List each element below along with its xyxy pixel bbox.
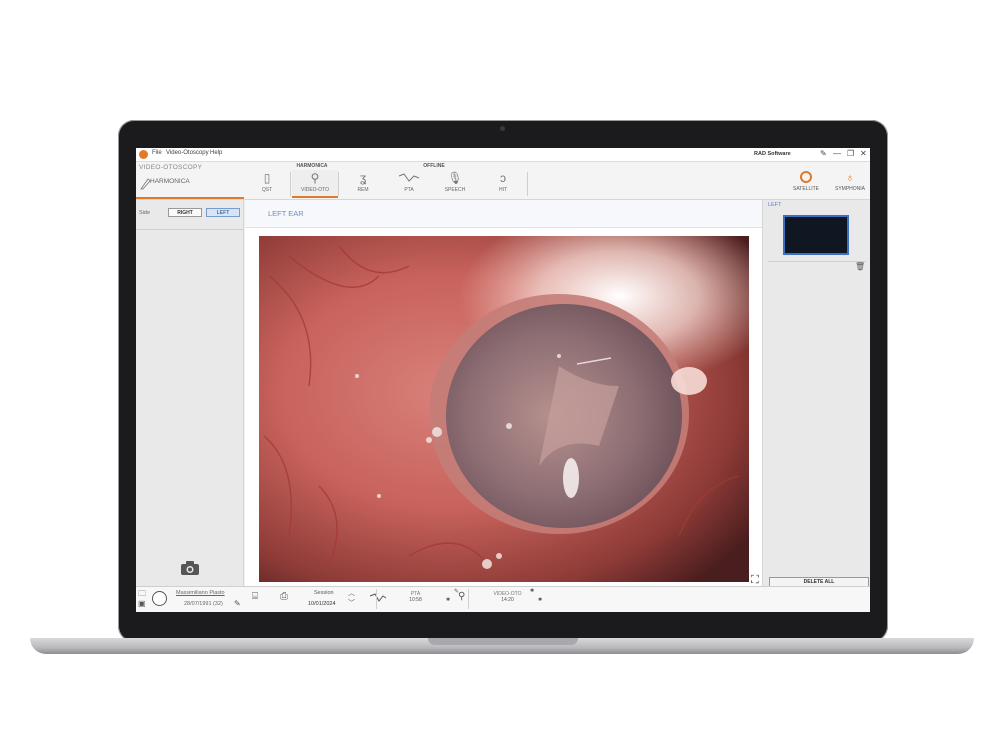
side-right-button[interactable]: RIGHT: [168, 208, 202, 217]
patient-dob: 28/07/1991 (32): [184, 601, 223, 607]
tool-video-oto[interactable]: ⚲ VIDEO-OTO: [292, 170, 338, 198]
close-tab-icon[interactable]: ✱: [538, 597, 542, 603]
left-panel: Side RIGHT LEFT: [136, 200, 244, 590]
tool-video-oto-label: VIDEO-OTO: [301, 187, 329, 193]
otoscope-icon: ⚲: [310, 171, 320, 185]
microphone-icon: 🎙: [447, 171, 463, 185]
otoscopy-viewer: LEFT EAR ⛶: [245, 200, 762, 590]
bottom-bar: 🗀 ▣ Massimiliano Piasto 28/07/1991 (32) …: [136, 586, 870, 612]
device-icon[interactable]: ⌸: [252, 591, 258, 602]
qst-icon: ▯: [263, 171, 271, 185]
close-tab-icon[interactable]: ✱: [530, 588, 534, 594]
module-accent-line: [136, 197, 244, 199]
tool-pta-label: PTA: [404, 187, 414, 193]
satellite-button[interactable]: SATELLITE: [786, 171, 826, 199]
app-logo-icon[interactable]: [139, 150, 148, 159]
group-label-offline: OFFLINE: [423, 163, 445, 169]
module-header: VIDEO-OTOSCOPY HARMONICA HARMONICA OFFLI…: [136, 162, 870, 200]
save-icon[interactable]: ▣: [138, 599, 146, 608]
edit-patient-icon[interactable]: ✎: [234, 599, 241, 608]
image-thumbnail[interactable]: [783, 215, 849, 255]
module-subtitle: HARMONICA: [150, 178, 190, 185]
ear-icon: ʓ: [359, 171, 367, 185]
laptop-camera: [500, 126, 505, 131]
tool-rem[interactable]: ʓ REM: [340, 170, 386, 198]
module-title: VIDEO-OTOSCOPY: [139, 164, 203, 171]
otoscope-image: [259, 236, 749, 582]
side-left-button[interactable]: LEFT: [206, 208, 240, 217]
patient-name[interactable]: Massimiliano Piasto: [176, 590, 225, 596]
ear-header: LEFT EAR: [245, 200, 762, 228]
tool-pta[interactable]: PTA: [386, 170, 432, 198]
right-panel: LEFT 🗑 DELETE ALL: [762, 200, 870, 590]
session-date: 10/01/2024: [308, 601, 336, 607]
satellite-label: SATELLITE: [792, 186, 820, 192]
tool-speech-label: SPEECH: [444, 187, 466, 193]
session-tab-pta[interactable]: PTA 10:58: [376, 589, 454, 609]
app-window: File Video-Otoscopy Help RAD Software ✎ …: [136, 148, 870, 612]
trash-icon[interactable]: 🗑: [855, 262, 865, 271]
ear-title: LEFT EAR: [268, 209, 304, 218]
restore-button[interactable]: ❐: [847, 149, 854, 158]
tool-speech[interactable]: 🎙 SPEECH: [432, 170, 478, 198]
divider: [768, 261, 866, 262]
tool-qst-label: QST: [261, 187, 273, 193]
tool-qst[interactable]: ▯ QST: [244, 170, 290, 198]
hearing-aid-icon: ↄ: [500, 171, 506, 185]
close-tab-icon[interactable]: ✱: [446, 597, 450, 603]
session-label: Session: [314, 590, 334, 596]
session-tab-time: 10:58: [409, 597, 422, 603]
tool-hit-label: HIT: [498, 187, 508, 193]
menu-help[interactable]: Help: [210, 150, 222, 156]
symphonia-label: SYMPHONIA: [834, 186, 865, 192]
edit-pen-icon[interactable]: ✎: [820, 149, 827, 158]
title-bar: File Video-Otoscopy Help RAD Software ✎ …: [136, 148, 870, 162]
print-icon[interactable]: ⎙: [280, 591, 288, 602]
session-tab-time: 14:20: [501, 597, 514, 603]
group-label-harmonica: HARMONICA: [296, 163, 328, 169]
divider: [136, 229, 244, 230]
audiogram-icon: [398, 173, 420, 182]
tool-hit[interactable]: ↄ HIT: [480, 170, 526, 198]
minimize-button[interactable]: —: [833, 149, 841, 158]
tool-separator: [527, 172, 528, 196]
menu-file[interactable]: File: [152, 150, 162, 156]
chevron-up-icon[interactable]: ︿: [348, 588, 355, 598]
laptop-notch: [428, 638, 578, 645]
otoscope-icon[interactable]: ⚲: [458, 591, 465, 602]
satellite-icon: [800, 171, 812, 183]
window-title: RAD Software: [754, 151, 791, 157]
close-button[interactable]: ✕: [860, 149, 867, 158]
symphonia-icon: ♁: [845, 172, 855, 184]
session-tab-video-oto[interactable]: VIDEO-OTO 14:20: [468, 589, 546, 609]
tool-rem-label: REM: [357, 187, 369, 193]
chevron-down-icon[interactable]: ﹀: [348, 598, 355, 608]
tool-separator: [338, 172, 339, 196]
right-panel-label: LEFT: [768, 202, 782, 208]
avatar[interactable]: [152, 591, 167, 606]
side-label: Side: [139, 210, 151, 216]
menu-video-otoscopy[interactable]: Video-Otoscopy: [166, 150, 209, 156]
symphonia-button[interactable]: ♁ SYMPHONIA: [830, 171, 870, 199]
camera-icon[interactable]: [180, 560, 200, 576]
tool-separator: [290, 172, 291, 196]
